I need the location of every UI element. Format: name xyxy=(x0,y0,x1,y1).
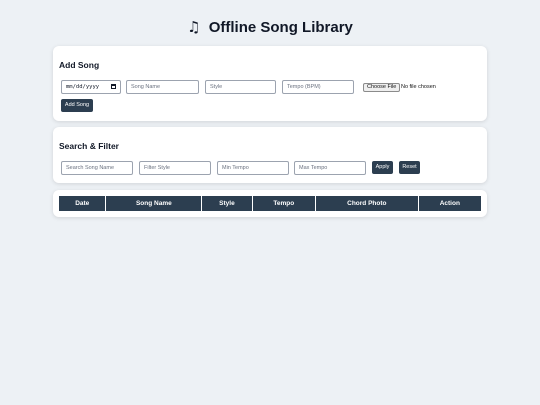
column-header-date: Date xyxy=(59,196,107,211)
max-tempo-placeholder: Max Tempo xyxy=(299,165,328,171)
search-name-placeholder: Search Song Name xyxy=(66,165,114,171)
search-name-input[interactable]: Search Song Name xyxy=(61,161,133,175)
filter-style-placeholder: Filter Style xyxy=(144,165,170,171)
search-filter-heading: Search & Filter xyxy=(59,141,119,151)
calendar-icon[interactable] xyxy=(111,84,116,89)
style-placeholder: Style xyxy=(210,84,223,90)
song-table-panel: Date Song Name Style Tempo Chord Photo A… xyxy=(53,190,487,217)
date-placeholder: mm/dd/yyyy xyxy=(66,84,100,90)
min-tempo-placeholder: Min Tempo xyxy=(222,165,249,171)
table-header-row: Date Song Name Style Tempo Chord Photo A… xyxy=(59,196,481,211)
page-title: ♫ Offline Song Library xyxy=(0,18,540,36)
add-song-heading: Add Song xyxy=(59,60,100,70)
max-tempo-input[interactable]: Max Tempo xyxy=(294,161,366,175)
filter-style-input[interactable]: Filter Style xyxy=(139,161,211,175)
column-header-action: Action xyxy=(418,196,481,211)
reset-button[interactable]: Reset xyxy=(399,161,420,174)
column-header-tempo: Tempo xyxy=(252,196,316,211)
column-header-song-name: Song Name xyxy=(105,196,203,211)
tempo-input[interactable]: Tempo (BPM) xyxy=(282,80,354,94)
musical-note-icon: ♫ xyxy=(187,18,201,36)
song-table: Date Song Name Style Tempo Chord Photo A… xyxy=(59,196,481,211)
min-tempo-input[interactable]: Min Tempo xyxy=(217,161,289,175)
style-input[interactable]: Style xyxy=(205,80,276,94)
date-input[interactable]: mm/dd/yyyy xyxy=(61,80,121,94)
choose-file-button[interactable]: Choose File xyxy=(363,83,401,92)
song-name-placeholder: Song Name xyxy=(131,84,161,90)
add-song-button[interactable]: Add Song xyxy=(61,99,93,112)
apply-button[interactable]: Apply xyxy=(372,161,393,174)
search-filter-panel: Search & Filter Search Song Name Filter … xyxy=(53,127,487,183)
column-header-chord-photo: Chord Photo xyxy=(315,196,419,211)
add-song-panel: Add Song mm/dd/yyyy Song Name Style Temp… xyxy=(53,46,487,121)
song-name-input[interactable]: Song Name xyxy=(126,80,199,94)
page-title-text: Offline Song Library xyxy=(208,19,353,36)
tempo-placeholder: Tempo (BPM) xyxy=(287,84,321,90)
column-header-style: Style xyxy=(201,196,253,211)
file-status-text: No file chosen xyxy=(401,84,436,90)
